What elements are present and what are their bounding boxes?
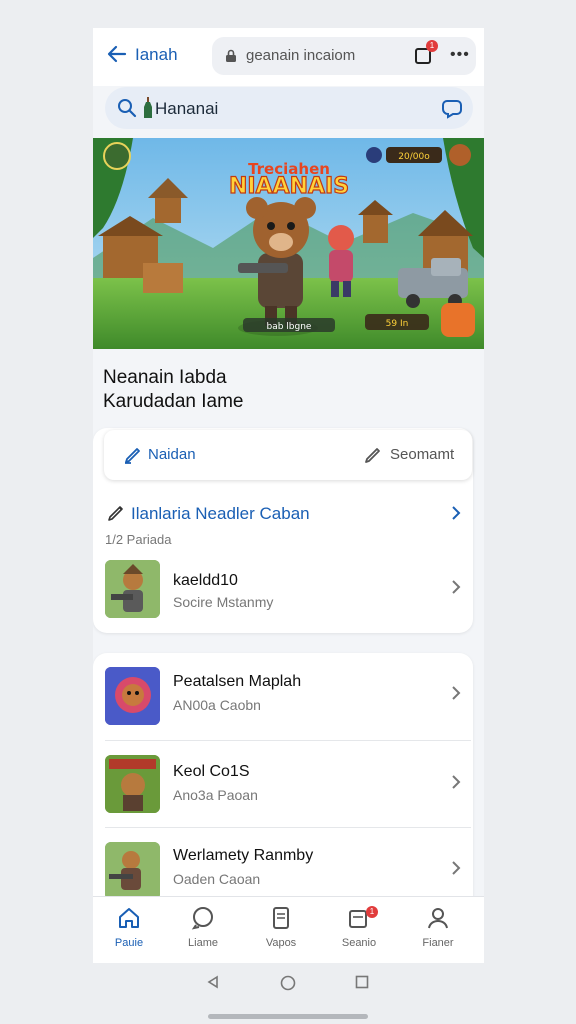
system-back-icon[interactable] xyxy=(206,975,220,989)
chevron-right-icon[interactable] xyxy=(451,686,461,700)
hero-banner[interactable]: Treciahen NIAANAIS 20/00o bab lbgne 59 I… xyxy=(93,138,484,349)
edit-icon xyxy=(125,448,140,464)
chevron-right-icon[interactable] xyxy=(451,775,461,789)
chat-icon xyxy=(191,907,213,930)
top-bar: Ianah geanain incaiom 1 ••• xyxy=(93,28,484,86)
section-subtitle: 1/2 Pariada xyxy=(105,532,172,547)
document-icon xyxy=(273,907,289,929)
headline-line-1: Neanain Iabda xyxy=(103,367,227,388)
headline-line-2: Karudadan Iame xyxy=(103,391,244,412)
nav-label: Vapos xyxy=(265,937,297,949)
nav-item-home[interactable]: Pauie xyxy=(93,905,165,949)
list-item-title: Peatalsen Maplah xyxy=(173,673,302,690)
coin-chip: 59 In xyxy=(386,319,409,329)
list-item-thumbnail xyxy=(105,755,160,813)
system-recents-icon[interactable] xyxy=(355,975,369,989)
featured-item-thumbnail[interactable] xyxy=(105,560,160,618)
featured-item-subtitle: Socire Mstanmy xyxy=(173,594,274,610)
game-list: Peatalsen Maplah AN00a Caobn Keol Co1S A… xyxy=(93,653,473,923)
chevron-right-icon[interactable] xyxy=(451,580,461,594)
segment-left[interactable]: Naidan xyxy=(148,446,196,463)
divider xyxy=(105,740,471,741)
nav-label: Liame xyxy=(188,937,218,949)
top-left-badge xyxy=(103,142,131,170)
notification-badge: 1 xyxy=(366,906,378,918)
featured-card: Naidan Seomamt Ilanlaria Neadler Caban 1… xyxy=(93,428,473,633)
segment-control: Naidan Seomamt xyxy=(104,430,472,480)
chevron-right-icon[interactable] xyxy=(451,861,461,875)
home-icon xyxy=(119,908,139,928)
list-item-thumbnail xyxy=(105,842,160,900)
assistant-bubble-icon[interactable] xyxy=(441,97,463,119)
list-item-title: Werlamety Ranmby xyxy=(173,847,314,864)
nav-item-documents[interactable]: Vapos xyxy=(245,905,317,949)
pencil-icon xyxy=(108,506,123,521)
game-logo: NIAANAIS xyxy=(229,174,349,199)
bottom-chip: bab lbgne xyxy=(267,322,312,332)
share-icon xyxy=(365,448,380,463)
chevron-right-icon[interactable] xyxy=(451,506,461,520)
segment-right[interactable]: Seomamt xyxy=(390,446,454,463)
url-bar[interactable]: geanain incaiom 1 ••• xyxy=(212,37,476,75)
nav-label: Seanio xyxy=(341,937,377,949)
bottom-navigation: Pauie Liame Vapos 1 Seanio Fianer xyxy=(93,896,484,963)
profile-icon xyxy=(428,908,448,929)
back-arrow-icon[interactable] xyxy=(105,42,129,66)
page-title: Ianah xyxy=(135,45,178,64)
system-navigation xyxy=(0,963,576,1024)
search-input[interactable]: Hananai xyxy=(155,99,218,119)
featured-item-title[interactable]: kaeldd10 xyxy=(173,572,238,590)
list-item-title: Keol Co1S xyxy=(173,763,250,780)
list-item-subtitle: Oaden Caoan xyxy=(173,871,261,887)
nav-label: Fianer xyxy=(422,937,454,949)
more-options-icon[interactable]: ••• xyxy=(450,46,470,64)
game-artwork: Treciahen NIAANAIS 20/00o bab lbgne 59 I… xyxy=(93,138,484,349)
lock-icon xyxy=(226,49,236,62)
game-headline: Neanain Iabda Karudadan Iame xyxy=(103,366,473,414)
search-bar[interactable]: Hananai xyxy=(105,87,473,129)
url-text: geanain incaiom xyxy=(246,47,356,64)
search-icon xyxy=(118,99,137,118)
section-title[interactable]: Ilanlaria Neadler Caban xyxy=(131,504,310,524)
nav-item-profile[interactable]: Fianer xyxy=(402,905,474,949)
nav-item-chat[interactable]: Liame xyxy=(167,905,239,949)
nav-item-notifications[interactable]: 1 Seanio xyxy=(323,905,395,949)
nav-label: Pauie xyxy=(114,937,144,949)
list-item-subtitle: Ano3a Paoan xyxy=(173,787,258,803)
bottle-icon xyxy=(144,97,152,118)
app-screen: Ianah geanain incaiom 1 ••• Hananai Trec… xyxy=(93,28,484,963)
list-item-subtitle: AN00a Caobn xyxy=(173,697,261,713)
tabs-count-badge: 1 xyxy=(426,40,438,52)
system-home-icon[interactable] xyxy=(280,975,296,991)
score-chip: 20/00o xyxy=(398,152,430,162)
list-item-thumbnail xyxy=(105,667,160,725)
home-indicator[interactable] xyxy=(208,1014,368,1019)
divider xyxy=(105,827,471,828)
